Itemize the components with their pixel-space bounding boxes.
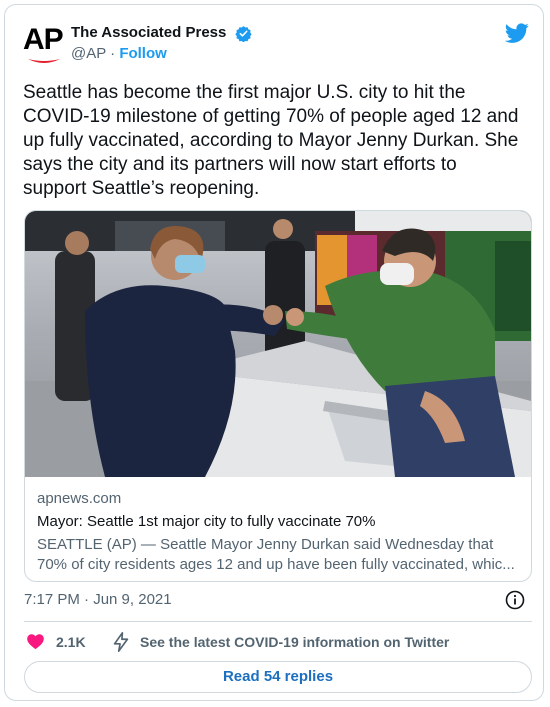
- link-preview-card[interactable]: apnews.com Mayor: Seattle 1st major city…: [24, 210, 532, 582]
- ap-logo-swoosh-icon: [28, 59, 60, 63]
- tweet-text: Seattle has become the first major U.S. …: [23, 82, 519, 199]
- tweet-actions: 2.1K See the latest COVID-19 information…: [24, 631, 532, 653]
- link-description-line-2: 70% of city residents ages 12 and up hav…: [37, 556, 515, 573]
- lightning-bolt-icon: [113, 632, 129, 652]
- author-names: The Associated Press @AP · Follow: [71, 23, 252, 64]
- tweet-embed-card: AP The Associated Press @AP · Follow Sea…: [4, 4, 544, 701]
- heart-icon[interactable]: [26, 632, 45, 651]
- link-domain: apnews.com: [37, 490, 122, 507]
- author-handle[interactable]: @AP: [71, 45, 106, 62]
- ap-avatar[interactable]: AP: [21, 23, 67, 69]
- divider: [24, 621, 532, 622]
- read-replies-button[interactable]: Read 54 replies: [24, 661, 532, 693]
- link-title[interactable]: Mayor: Seattle 1st major city to fully v…: [37, 512, 521, 532]
- tweet-timestamp[interactable]: 7:17 PM · Jun 9, 2021: [24, 590, 172, 610]
- link-meta: apnews.com Mayor: Seattle 1st major city…: [37, 489, 521, 575]
- tweet-header: AP The Associated Press @AP · Follow: [21, 21, 529, 69]
- twitter-bird-icon[interactable]: [505, 21, 529, 45]
- link-description-line-1: SEATTLE (AP) — Seattle Mayor Jenny Durka…: [37, 536, 494, 553]
- info-icon[interactable]: [505, 590, 525, 610]
- verified-badge-icon: [235, 25, 252, 42]
- article-photo[interactable]: [25, 211, 531, 477]
- handle-separator: ·: [110, 45, 116, 62]
- author-display-name[interactable]: The Associated Press: [71, 23, 226, 43]
- like-count[interactable]: 2.1K: [56, 632, 86, 652]
- author-handle-line: @AP · Follow: [71, 44, 252, 64]
- link-description: SEATTLE (AP) — Seattle Mayor Jenny Durka…: [37, 535, 521, 575]
- covid-info-link[interactable]: See the latest COVID-19 information on T…: [140, 632, 449, 652]
- ap-logo-text: AP: [23, 23, 64, 56]
- follow-link[interactable]: Follow: [119, 45, 167, 62]
